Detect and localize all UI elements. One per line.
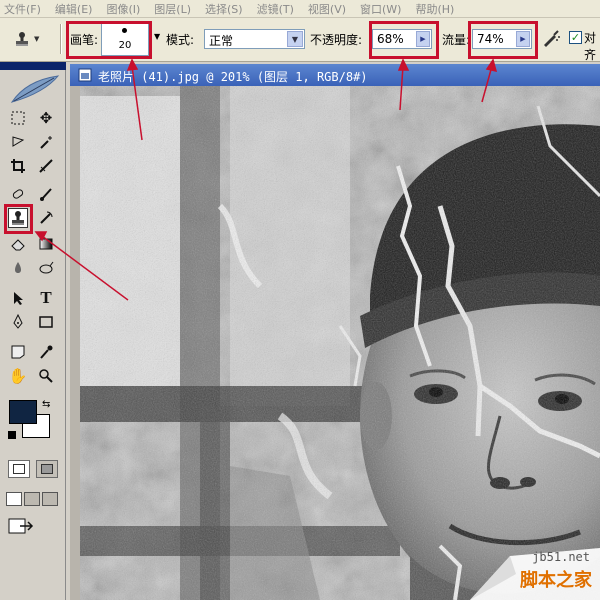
aligned-label: 对齐: [584, 31, 597, 62]
full-screen-button[interactable]: [42, 492, 58, 506]
marquee-tool-icon[interactable]: [8, 108, 28, 128]
path-selection-tool-icon[interactable]: [8, 288, 28, 308]
toolbox: ✥ T ✋ ⇆: [0, 62, 66, 600]
history-brush-tool-icon[interactable]: [36, 208, 56, 228]
menu-filter[interactable]: 滤镜(T): [257, 1, 294, 17]
healing-brush-tool-icon[interactable]: [8, 184, 28, 204]
menu-file[interactable]: 文件(F): [4, 1, 41, 17]
hand-tool-icon[interactable]: ✋: [8, 366, 28, 386]
old-photo: [80, 86, 600, 600]
separator: [60, 24, 62, 54]
menu-window[interactable]: 窗口(W): [360, 1, 401, 17]
full-screen-menu-button[interactable]: [24, 492, 40, 506]
dodge-tool-icon[interactable]: [36, 258, 56, 278]
menu-image[interactable]: 图像(I): [106, 1, 140, 17]
menu-help[interactable]: 帮助(H): [415, 1, 454, 17]
standard-mode-button[interactable]: [8, 460, 30, 478]
chevron-down-icon: ▼: [34, 35, 40, 43]
feather-logo-icon: [10, 75, 60, 103]
mode-value: 正常: [209, 34, 234, 48]
mode-label: 模式:: [166, 33, 195, 47]
opacity-label: 不透明度:: [310, 33, 363, 47]
document-window: 老照片 (41).jpg @ 201% (图层 1, RGB/8#): [70, 64, 600, 600]
brush-highlight-box: [66, 21, 152, 59]
default-colors-icon[interactable]: [8, 431, 16, 439]
document-title-bar[interactable]: 老照片 (41).jpg @ 201% (图层 1, RGB/8#): [70, 64, 600, 86]
document-icon: [78, 68, 92, 82]
site-watermark: jb51.net 脚本之家: [470, 548, 600, 600]
blur-tool-icon[interactable]: [8, 258, 28, 278]
quick-mask-mode-button[interactable]: [36, 460, 58, 478]
menu-layer[interactable]: 图层(L): [154, 1, 191, 17]
magic-wand-tool-icon[interactable]: [36, 132, 56, 152]
lasso-tool-icon[interactable]: [8, 132, 28, 152]
jump-to-imageready-button[interactable]: [8, 516, 34, 536]
brush-tool-icon[interactable]: [36, 184, 56, 204]
clone-stamp-icon: [16, 32, 28, 46]
crop-tool-icon[interactable]: [8, 156, 28, 176]
menu-edit[interactable]: 编辑(E): [55, 1, 93, 17]
gradient-tool-icon[interactable]: [36, 234, 56, 254]
rectangle-tool-icon[interactable]: [36, 312, 56, 332]
airbrush-icon[interactable]: [541, 28, 561, 48]
menu-bar: 文件(F) 编辑(E) 图像(I) 图层(L) 选择(S) 滤镜(T) 视图(V…: [0, 0, 600, 18]
watermark-text: 脚本之家: [520, 570, 592, 591]
type-tool-icon[interactable]: T: [36, 288, 56, 308]
flow-highlight-box: [468, 21, 538, 59]
menu-view[interactable]: 视图(V): [308, 1, 346, 17]
menu-select[interactable]: 选择(S): [205, 1, 243, 17]
eraser-tool-icon[interactable]: [8, 234, 28, 254]
pen-tool-icon[interactable]: [8, 312, 28, 332]
swap-colors-icon[interactable]: ⇆: [42, 399, 50, 410]
eyedropper-tool-icon[interactable]: [36, 342, 56, 362]
watermark-site: jb51.net: [532, 550, 590, 564]
foreground-color-swatch[interactable]: [9, 400, 37, 424]
flow-label: 流量:: [442, 33, 471, 47]
move-tool-icon[interactable]: ✥: [36, 108, 56, 128]
notes-tool-icon[interactable]: [8, 342, 28, 362]
opacity-highlight-box: [369, 21, 439, 59]
toolbox-title-bar: [0, 62, 66, 70]
photo-canvas[interactable]: [80, 86, 600, 600]
aligned-checkbox[interactable]: ✓: [569, 31, 582, 44]
standard-screen-button[interactable]: [6, 492, 22, 506]
document-title: 老照片 (41).jpg @ 201% (图层 1, RGB/8#): [98, 70, 368, 84]
chevron-down-icon[interactable]: ▼: [287, 31, 303, 47]
chevron-down-icon[interactable]: ▼: [154, 32, 160, 41]
zoom-tool-icon[interactable]: [36, 366, 56, 386]
options-bar: ▼ 画笔: 20 ▼ 模式: 正常 ▼ 不透明度: 68% ▶ 流量: 74% …: [0, 18, 600, 62]
tool-preset-picker[interactable]: ▼: [14, 24, 54, 54]
mode-select[interactable]: 正常 ▼: [204, 29, 305, 49]
stamp-tool-highlight-box: [4, 204, 33, 234]
slice-tool-icon[interactable]: [36, 156, 56, 176]
